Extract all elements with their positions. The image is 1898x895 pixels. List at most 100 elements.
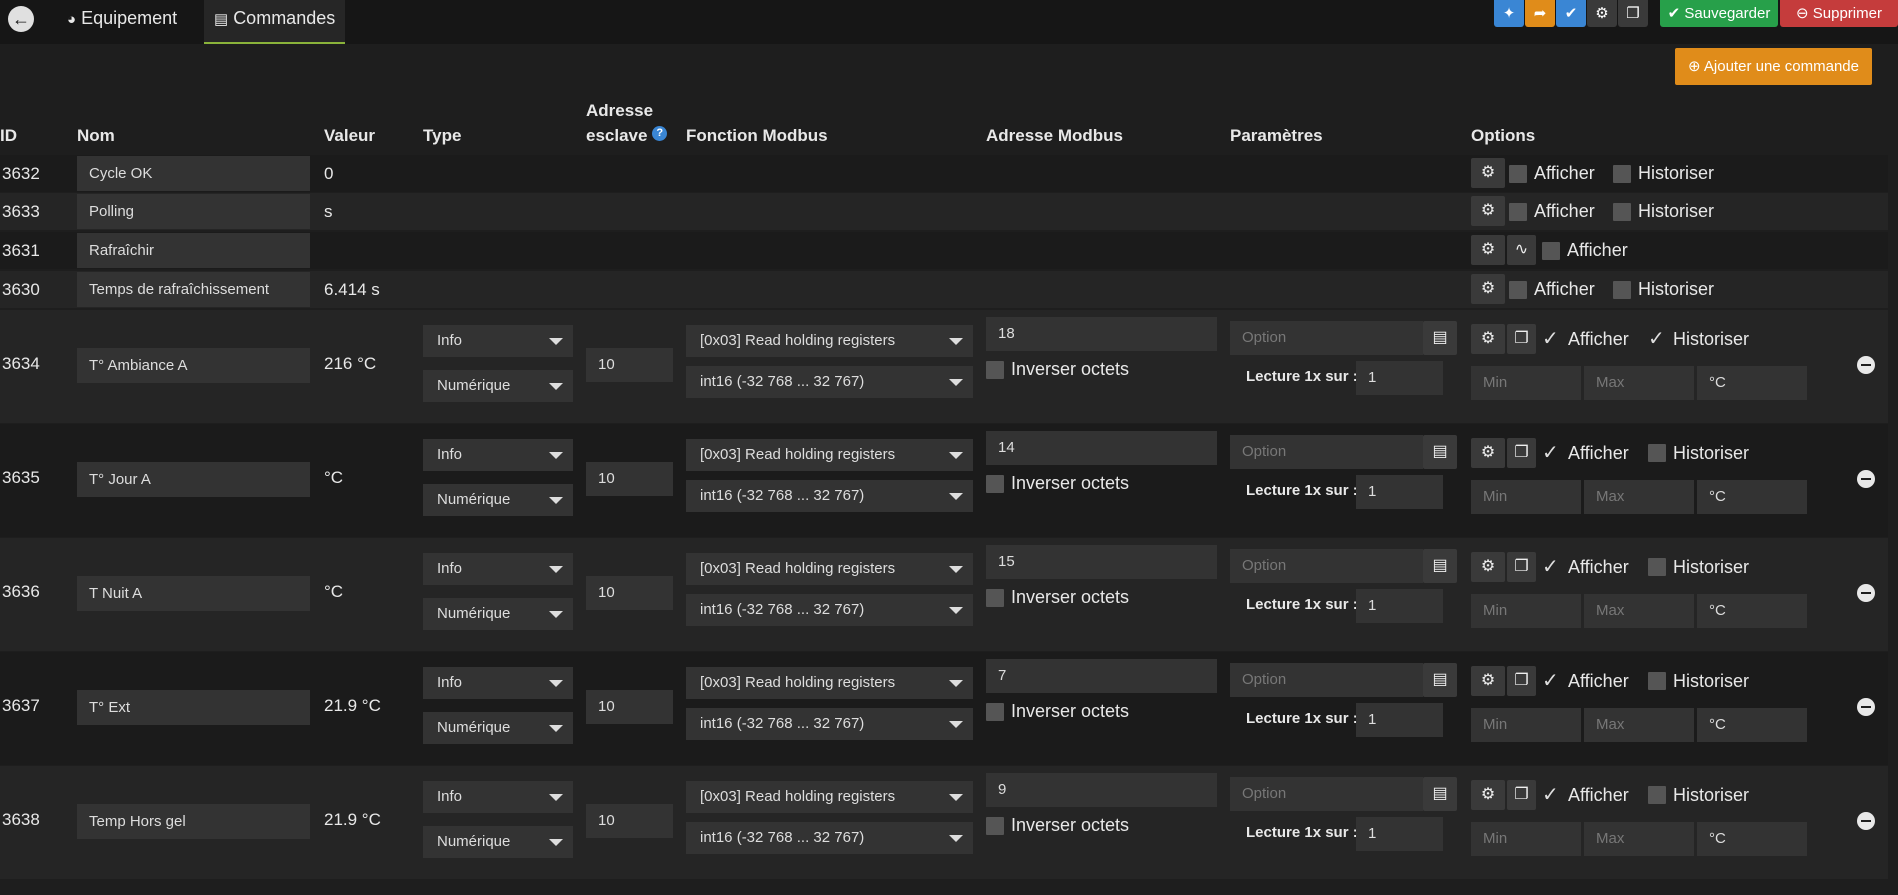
max-input[interactable]: Max: [1584, 708, 1694, 742]
copy-icon[interactable]: ❐: [1618, 0, 1648, 27]
min-input[interactable]: Min: [1471, 594, 1581, 628]
subtype-select[interactable]: Numérique: [423, 484, 573, 516]
name-field[interactable]: Polling: [77, 194, 310, 229]
list-alt-icon[interactable]: ▤: [1423, 663, 1457, 697]
function-select[interactable]: [0x03] Read holding registers: [686, 667, 973, 699]
share-icon[interactable]: ➦: [1525, 0, 1555, 27]
min-input[interactable]: Min: [1471, 480, 1581, 514]
modbus-address-input[interactable]: 7: [986, 659, 1217, 693]
afficher-checkbox[interactable]: ✓: [1542, 329, 1559, 349]
option-input[interactable]: Option: [1230, 663, 1423, 697]
rss-icon[interactable]: ∿: [1507, 235, 1536, 265]
back-arrow-icon[interactable]: ←: [8, 6, 34, 32]
format-select[interactable]: int16 (-32 768 ... 32 767): [686, 366, 973, 398]
slave-address-input[interactable]: 10: [586, 348, 673, 382]
delete-button[interactable]: ⊖ Supprimer: [1780, 0, 1898, 27]
lecture-input[interactable]: 1: [1356, 817, 1443, 851]
format-select[interactable]: int16 (-32 768 ... 32 767): [686, 822, 973, 854]
option-input[interactable]: Option: [1230, 435, 1423, 469]
format-select[interactable]: int16 (-32 768 ... 32 767): [686, 480, 973, 512]
remove-icon[interactable]: [1857, 812, 1875, 830]
name-field[interactable]: T° Ext: [77, 690, 310, 725]
unit-input[interactable]: °C: [1697, 366, 1807, 400]
lecture-input[interactable]: 1: [1356, 589, 1443, 623]
option-input[interactable]: Option: [1230, 549, 1423, 583]
remove-icon[interactable]: [1857, 584, 1875, 602]
remove-icon[interactable]: [1857, 356, 1875, 374]
cogs-icon[interactable]: ⚙: [1471, 196, 1505, 226]
subtype-select[interactable]: Numérique: [423, 598, 573, 630]
save-button[interactable]: ✔ Sauvegarder: [1660, 0, 1778, 27]
invert-bytes-checkbox[interactable]: [986, 703, 1004, 721]
modbus-address-input[interactable]: 18: [986, 317, 1217, 351]
copy-icon[interactable]: ❐: [1507, 324, 1536, 354]
cogs-icon[interactable]: ⚙: [1471, 552, 1505, 582]
afficher-checkbox[interactable]: ✓: [1542, 785, 1559, 805]
name-field[interactable]: Cycle OK: [77, 156, 310, 191]
subtype-select[interactable]: Numérique: [423, 370, 573, 402]
unit-input[interactable]: °C: [1697, 480, 1807, 514]
min-input[interactable]: Min: [1471, 822, 1581, 856]
max-input[interactable]: Max: [1584, 594, 1694, 628]
name-field[interactable]: T° Jour A: [77, 462, 310, 497]
historiser-checkbox[interactable]: [1648, 786, 1666, 804]
type-select[interactable]: Info: [423, 553, 573, 585]
remove-icon[interactable]: [1857, 698, 1875, 716]
help-icon[interactable]: ?: [652, 126, 668, 141]
min-input[interactable]: Min: [1471, 708, 1581, 742]
modbus-address-input[interactable]: 15: [986, 545, 1217, 579]
lecture-input[interactable]: 1: [1356, 361, 1443, 395]
historiser-checkbox[interactable]: ✓: [1648, 329, 1665, 349]
unit-input[interactable]: °C: [1697, 708, 1807, 742]
invert-bytes-checkbox[interactable]: [986, 475, 1004, 493]
copy-icon[interactable]: ❐: [1507, 438, 1536, 468]
cogs-icon[interactable]: ⚙: [1471, 158, 1505, 188]
tab-equipement[interactable]: ◕ Equipement: [57, 0, 187, 44]
invert-bytes-checkbox[interactable]: [986, 589, 1004, 607]
historiser-checkbox[interactable]: [1648, 558, 1666, 576]
min-input[interactable]: Min: [1471, 366, 1581, 400]
slave-address-input[interactable]: 10: [586, 462, 673, 496]
name-field[interactable]: T Nuit A: [77, 576, 310, 611]
function-select[interactable]: [0x03] Read holding registers: [686, 553, 973, 585]
max-input[interactable]: Max: [1584, 822, 1694, 856]
modbus-address-input[interactable]: 14: [986, 431, 1217, 465]
list-alt-icon[interactable]: ▤: [1423, 321, 1457, 355]
cogs-icon[interactable]: ⚙: [1471, 274, 1505, 304]
function-select[interactable]: [0x03] Read holding registers: [686, 781, 973, 813]
historiser-checkbox[interactable]: [1613, 281, 1631, 299]
historiser-checkbox[interactable]: [1613, 203, 1631, 221]
cogs-icon[interactable]: ⚙: [1471, 780, 1505, 810]
function-select[interactable]: [0x03] Read holding registers: [686, 439, 973, 471]
cogs-icon[interactable]: ⚙: [1471, 235, 1505, 265]
type-select[interactable]: Info: [423, 439, 573, 471]
copy-icon[interactable]: ❐: [1507, 552, 1536, 582]
list-alt-icon[interactable]: ▤: [1423, 777, 1457, 811]
format-select[interactable]: int16 (-32 768 ... 32 767): [686, 594, 973, 626]
afficher-checkbox[interactable]: [1509, 165, 1527, 183]
subtype-select[interactable]: Numérique: [423, 826, 573, 858]
copy-icon[interactable]: ❐: [1507, 780, 1536, 810]
add-command-button[interactable]: ⊕ Ajouter une commande: [1675, 48, 1872, 85]
type-select[interactable]: Info: [423, 781, 573, 813]
invert-bytes-checkbox[interactable]: [986, 361, 1004, 379]
format-select[interactable]: int16 (-32 768 ... 32 767): [686, 708, 973, 740]
remove-icon[interactable]: [1857, 470, 1875, 488]
afficher-checkbox[interactable]: ✓: [1542, 671, 1559, 691]
option-input[interactable]: Option: [1230, 777, 1423, 811]
slave-address-input[interactable]: 10: [586, 804, 673, 838]
afficher-checkbox[interactable]: [1542, 242, 1560, 260]
cogs-icon[interactable]: ⚙: [1471, 666, 1505, 696]
name-field[interactable]: T° Ambiance A: [77, 348, 310, 383]
name-field[interactable]: Temp Hors gel: [77, 804, 310, 839]
lecture-input[interactable]: 1: [1356, 703, 1443, 737]
cogs-icon[interactable]: ⚙: [1587, 0, 1617, 27]
lecture-input[interactable]: 1: [1356, 475, 1443, 509]
tab-commandes[interactable]: ▤ Commandes: [204, 0, 346, 44]
list-alt-icon[interactable]: ▤: [1423, 549, 1457, 583]
name-field[interactable]: Rafraîchir: [77, 233, 310, 268]
check-icon[interactable]: ✔: [1556, 0, 1586, 27]
copy-icon[interactable]: ❐: [1507, 666, 1536, 696]
cogs-icon[interactable]: ⚙: [1471, 438, 1505, 468]
subtype-select[interactable]: Numérique: [423, 712, 573, 744]
